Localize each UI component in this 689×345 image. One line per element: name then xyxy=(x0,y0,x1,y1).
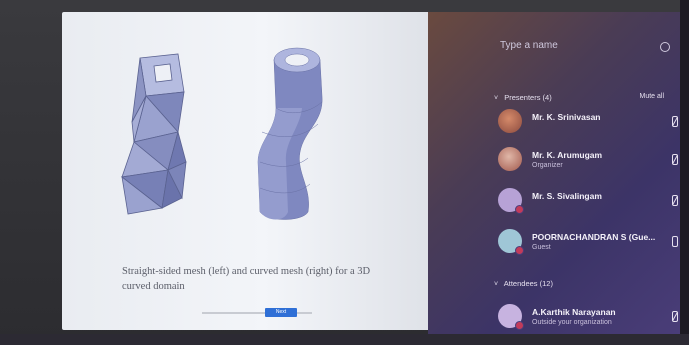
chevron-down-icon: ˅ xyxy=(494,95,499,102)
attendees-heading: Attendees (12) xyxy=(503,279,553,288)
participants-panel: Type a name ˅ Presenters (4) Mute all Mr… xyxy=(428,12,688,345)
presenter-name: Mr. S. Sivalingam xyxy=(532,191,602,201)
monitor-bezel xyxy=(680,0,689,345)
avatar xyxy=(498,109,522,133)
presenter-name: Mr. K. Srinivasan xyxy=(532,112,601,122)
mic-muted-icon xyxy=(672,195,678,206)
presenter-item[interactable]: Mr. K. Srinivasan xyxy=(498,107,678,141)
mic-muted-icon xyxy=(672,116,678,127)
search-icon[interactable] xyxy=(660,42,670,52)
search-placeholder: Type a name xyxy=(500,40,558,51)
slide-navigation: Next xyxy=(202,308,322,318)
presenter-item[interactable]: Mr. S. Sivalingam xyxy=(498,186,678,220)
participant-search-input[interactable]: Type a name xyxy=(500,36,670,56)
avatar xyxy=(498,147,522,171)
presenters-section-header[interactable]: ˅ Presenters (4) xyxy=(494,93,552,102)
straight-sided-mesh xyxy=(121,53,187,215)
mute-all-button[interactable]: Mute all xyxy=(639,93,664,100)
status-badge xyxy=(515,246,524,255)
shared-slide: Straight-sided mesh (left) and curved me… xyxy=(62,12,430,330)
attendees-section-header[interactable]: ˅ Attendees (12) xyxy=(494,279,553,288)
presenters-heading: Presenters (4) xyxy=(504,93,552,102)
mic-muted-icon xyxy=(672,311,678,322)
curved-mesh xyxy=(257,47,323,220)
status-badge xyxy=(515,321,524,330)
mic-muted-icon xyxy=(672,154,678,165)
slide-next-button[interactable]: Next xyxy=(265,308,297,317)
presenter-name: POORNACHANDRAN S (Gue... xyxy=(532,232,656,242)
status-badge xyxy=(515,205,524,214)
attendee-name: A.Karthik Narayanan xyxy=(532,307,616,317)
slide-caption: Straight-sided mesh (left) and curved me… xyxy=(122,266,371,292)
presenter-name: Mr. K. Arumugam xyxy=(532,150,603,160)
mic-icon xyxy=(672,236,678,247)
presenter-role: Organizer xyxy=(532,162,563,169)
screen-photo: Straight-sided mesh (left) and curved me… xyxy=(0,0,689,345)
presenter-item[interactable]: POORNACHANDRAN S (Gue... Guest xyxy=(498,227,678,261)
presenter-role: Guest xyxy=(532,244,551,251)
monitor-bezel xyxy=(0,334,689,345)
presenter-item[interactable]: Mr. K. Arumugam Organizer xyxy=(498,145,678,179)
chevron-down-icon: ˅ xyxy=(494,281,499,288)
attendee-role: Outside your organization xyxy=(532,319,612,326)
attendee-item[interactable]: A.Karthik Narayanan Outside your organiz… xyxy=(498,302,678,336)
